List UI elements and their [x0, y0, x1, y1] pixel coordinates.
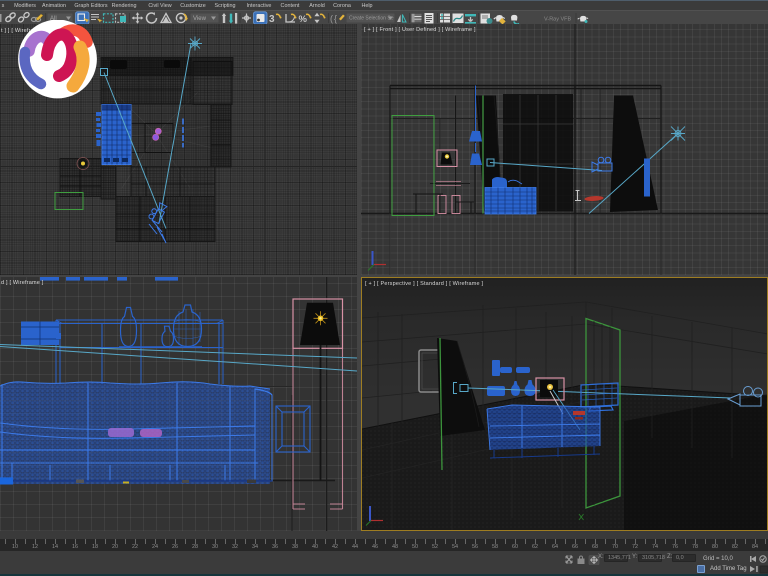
svg-text:Create Selection Se: Create Selection Se — [349, 15, 394, 21]
svg-text:View: View — [193, 16, 207, 22]
svg-text:{: { — [334, 13, 337, 23]
svg-text:(: ( — [330, 13, 333, 23]
svg-text:V-Ray VFB: V-Ray VFB — [544, 16, 572, 22]
